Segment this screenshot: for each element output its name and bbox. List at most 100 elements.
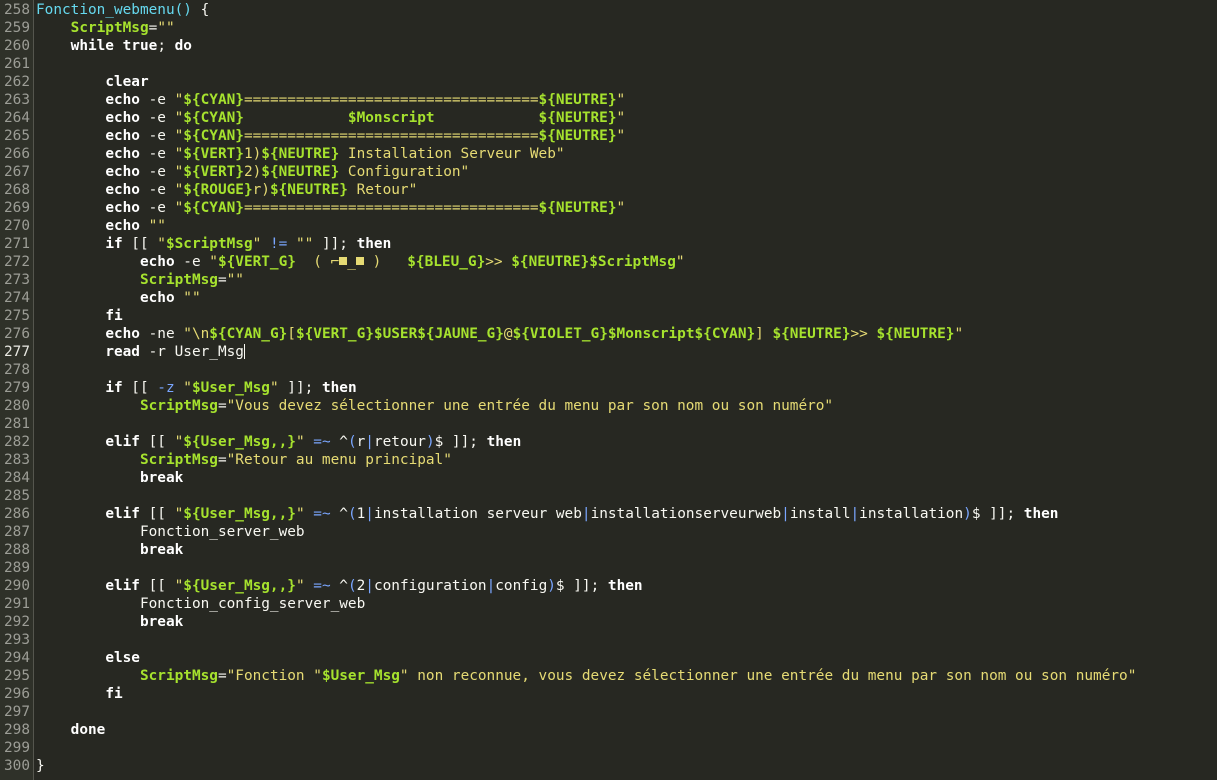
code-token: then	[1023, 506, 1059, 522]
code-line[interactable]: echo -e "${VERT_G} ( ⌐ _ ) ${BLEU_G}>> ${…	[36, 253, 1217, 271]
code-line[interactable]: done	[36, 721, 1217, 739]
code-token: ${NEUTRE}	[876, 326, 955, 342]
line-number: 268	[4, 182, 30, 198]
code-line[interactable]: ScriptMsg="Retour au menu principal"	[36, 451, 1217, 469]
code-line[interactable]: if [[ "$ScriptMsg" != "" ]]; then	[36, 235, 1217, 253]
code-token: ]	[755, 326, 773, 342]
code-line[interactable]: echo ""	[36, 289, 1217, 307]
code-token: "	[954, 326, 964, 342]
code-line[interactable]	[36, 361, 1217, 379]
line-number: 293	[4, 632, 30, 648]
code-token: 1)	[243, 146, 262, 162]
code-line[interactable]	[36, 559, 1217, 577]
code-token: "	[174, 164, 184, 180]
code-line[interactable]: echo -e "${CYAN}========================…	[36, 199, 1217, 217]
code-token: ${User_Msg,,}	[183, 506, 296, 522]
code-line[interactable]: elif [[ "${User_Msg,,}" =~ ^(1|installat…	[36, 505, 1217, 523]
code-line[interactable]: break	[36, 541, 1217, 559]
line-number: 283	[4, 452, 30, 468]
code-token: ${NEUTRE}	[772, 326, 851, 342]
line-number: 266	[4, 146, 30, 162]
line-number: 269	[4, 200, 30, 216]
code-line[interactable]: echo -e "${CYAN}========================…	[36, 127, 1217, 145]
code-token: ${CYAN}	[183, 128, 244, 144]
code-line[interactable]: echo -e "${VERT}2)${NEUTRE} Configuratio…	[36, 163, 1217, 181]
code-token: echo	[105, 92, 140, 108]
code-area[interactable]: Fonction_webmenu() { ScriptMsg="" while …	[34, 0, 1217, 780]
code-token: elif	[105, 578, 140, 594]
code-line[interactable]	[36, 415, 1217, 433]
code-line[interactable]: ScriptMsg=""	[36, 271, 1217, 289]
code-token: |	[486, 578, 496, 594]
code-token: echo	[105, 128, 140, 144]
code-token: =~	[313, 506, 331, 522]
code-line[interactable]	[36, 739, 1217, 757]
code-line[interactable]	[36, 631, 1217, 649]
code-line[interactable]: }	[36, 757, 1217, 775]
code-line[interactable]: ScriptMsg="Fonction "$User_Msg" non reco…	[36, 667, 1217, 685]
code-line[interactable]: Fonction_webmenu() {	[36, 1, 1217, 19]
code-token: -z	[157, 380, 175, 396]
code-token: "	[616, 200, 626, 216]
code-token: true	[122, 38, 158, 54]
code-token: echo	[139, 254, 175, 270]
code-line[interactable]	[36, 487, 1217, 505]
code-token: ^	[330, 578, 348, 594]
line-number: 299	[4, 740, 30, 756]
code-line[interactable]: while true; do	[36, 37, 1217, 55]
code-token: ${VIOLET_G}$Monscript${CYAN}	[512, 326, 756, 342]
code-line[interactable]	[36, 703, 1217, 721]
code-line[interactable]: Fonction_config_server_web	[36, 595, 1217, 613]
code-token: =~	[313, 578, 331, 594]
code-line[interactable]: echo -e "${CYAN}========================…	[36, 91, 1217, 109]
code-token: "	[174, 200, 184, 216]
code-line[interactable]: read -r User_Msg	[36, 343, 1217, 361]
text-cursor	[243, 344, 245, 359]
code-line[interactable]: clear	[36, 73, 1217, 91]
code-line[interactable]: break	[36, 469, 1217, 487]
code-token: -e	[139, 200, 175, 216]
code-token: =	[217, 452, 227, 468]
code-line[interactable]: else	[36, 649, 1217, 667]
code-line[interactable]	[36, 55, 1217, 73]
code-line[interactable]: ScriptMsg="Vous devez sélectionner une e…	[36, 397, 1217, 415]
code-token: "	[157, 236, 166, 252]
code-line[interactable]: echo -e "${ROUGE}r)${NEUTRE} Retour"	[36, 181, 1217, 199]
code-token: elif	[105, 434, 140, 450]
code-token: ScriptMsg	[139, 398, 218, 414]
code-line[interactable]: echo -e "${CYAN} $Monscript ${NEUTRE}"	[36, 109, 1217, 127]
code-line[interactable]: echo -e "${VERT}1)${NEUTRE} Installation…	[36, 145, 1217, 163]
code-token: ==================================	[243, 128, 539, 144]
code-line[interactable]: echo ""	[36, 217, 1217, 235]
code-line[interactable]: break	[36, 613, 1217, 631]
code-line[interactable]: if [[ -z "$User_Msg" ]]; then	[36, 379, 1217, 397]
code-line[interactable]: elif [[ "${User_Msg,,}" =~ ^(2|configura…	[36, 577, 1217, 595]
line-number: 265	[4, 128, 30, 144]
code-token: ^	[330, 434, 348, 450]
code-line[interactable]: elif [[ "${User_Msg,,}" =~ ^(r|retour)$ …	[36, 433, 1217, 451]
code-token: ${NEUTRE}	[261, 146, 340, 162]
code-token: config	[495, 578, 548, 594]
code-line[interactable]: echo -ne "\n${CYAN_G}[${VERT_G}$USER${JA…	[36, 325, 1217, 343]
code-token: ${CYAN}	[183, 92, 244, 108]
code-editor[interactable]: 258 259 260 261 262 263 264 265 266 267 268 269 270 2…	[0, 0, 1217, 780]
code-line[interactable]: ScriptMsg=""	[36, 19, 1217, 37]
line-number: 271	[4, 236, 30, 252]
code-token: "	[174, 146, 184, 162]
code-line[interactable]: fi	[36, 307, 1217, 325]
code-token: =	[217, 668, 227, 684]
code-line[interactable]: fi	[36, 685, 1217, 703]
code-token: $User_Msg	[191, 380, 270, 396]
code-token: |	[365, 578, 374, 594]
code-line[interactable]: Fonction_server_web	[36, 523, 1217, 541]
line-number: 260	[4, 38, 30, 54]
